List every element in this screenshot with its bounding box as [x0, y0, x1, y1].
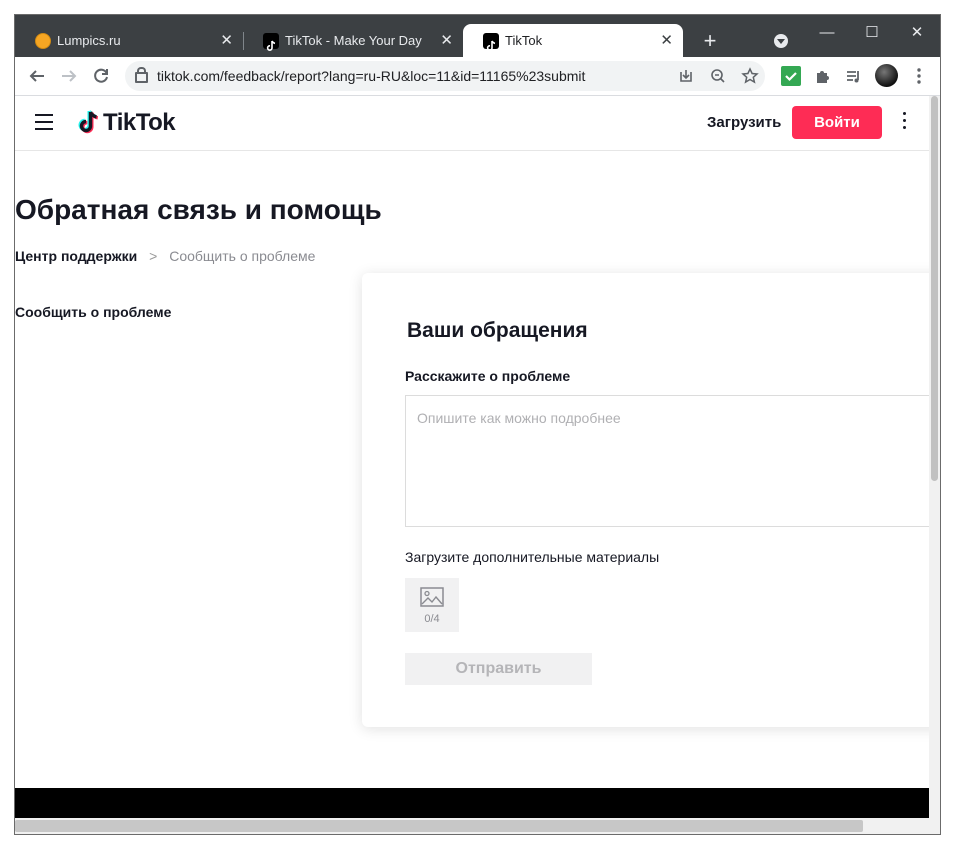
- close-tab-icon[interactable]: ✕: [660, 24, 673, 57]
- form-title: Ваши обращения: [407, 319, 588, 342]
- logo-text: TikTok: [103, 109, 176, 136]
- forward-button[interactable]: [56, 63, 82, 89]
- breadcrumb-separator: >: [149, 248, 158, 264]
- login-button[interactable]: Войти: [792, 106, 882, 139]
- tab-search-dropdown-icon[interactable]: [774, 34, 788, 48]
- lock-icon: [135, 67, 148, 83]
- checkmark-extension-icon[interactable]: [781, 66, 801, 86]
- hamburger-menu-icon[interactable]: [35, 114, 53, 130]
- maximize-button[interactable]: ☐: [849, 19, 895, 47]
- breadcrumb-support-center[interactable]: Центр поддержки: [15, 248, 137, 264]
- browser-toolbar: tiktok.com/feedback/report?lang=ru-RU&lo…: [15, 57, 940, 96]
- install-app-icon[interactable]: [673, 63, 699, 89]
- breadcrumb-current: Сообщить о проблеме: [169, 248, 316, 264]
- attachments-label: Загрузите дополнительные материалы: [405, 549, 660, 565]
- tiktok-note-icon: [78, 110, 99, 134]
- arrow-left-icon: [29, 70, 44, 82]
- tab-strip: Lumpics.ru ✕ TikTok - Make Your Day ✕ Ti…: [15, 15, 940, 57]
- problem-description-input[interactable]: [405, 395, 930, 527]
- problem-label: Расскажите о проблеме: [405, 368, 571, 384]
- feedback-form-card: Ваши обращения Расскажите о проблеме Заг…: [362, 273, 930, 727]
- new-tab-button[interactable]: +: [696, 27, 724, 55]
- attachment-count: 0/4: [424, 613, 440, 625]
- minimize-button[interactable]: —: [804, 19, 850, 47]
- arrow-right-icon: [62, 70, 77, 82]
- tiktok-header: TikTok Загрузить Войти: [15, 96, 930, 151]
- page-viewport: TikTok Загрузить Войти Обратная связь и …: [15, 96, 930, 834]
- url-text: tiktok.com/feedback/report?lang=ru-RU&lo…: [157, 68, 586, 84]
- browser-menu-button[interactable]: [906, 63, 932, 89]
- tab-tiktok-make-your-day[interactable]: TikTok - Make Your Day ✕: [243, 24, 463, 57]
- tab-title: Lumpics.ru: [57, 33, 121, 48]
- browser-window: Lumpics.ru ✕ TikTok - Make Your Day ✕ Ti…: [14, 14, 941, 835]
- reload-button[interactable]: [88, 63, 114, 89]
- tiktok-favicon-icon: [483, 33, 499, 51]
- reload-icon: [94, 68, 108, 83]
- vertical-scrollbar[interactable]: [929, 96, 940, 819]
- media-control-icon[interactable]: [844, 66, 864, 86]
- attachment-upload-button[interactable]: 0/4: [405, 578, 459, 632]
- tiktok-favicon-icon: [263, 33, 279, 51]
- close-window-button[interactable]: ✕: [894, 19, 940, 47]
- tab-title: TikTok - Make Your Day: [285, 33, 422, 48]
- bookmark-star-icon[interactable]: [737, 63, 763, 89]
- back-button[interactable]: [24, 63, 50, 89]
- horizontal-scrollbar-thumb[interactable]: [15, 820, 863, 832]
- puzzle-extensions-icon[interactable]: [813, 66, 833, 86]
- upload-link[interactable]: Загрузить: [707, 114, 781, 131]
- more-options-icon[interactable]: [903, 112, 909, 132]
- close-tab-icon[interactable]: ✕: [220, 24, 233, 57]
- tab-title: TikTok: [505, 33, 543, 48]
- scrollbar-thumb[interactable]: [931, 96, 938, 481]
- tab-tiktok-active[interactable]: TikTok ✕: [463, 24, 683, 57]
- profile-avatar[interactable]: [875, 64, 898, 87]
- page-title: Обратная связь и помощь: [15, 194, 382, 225]
- image-icon: [420, 587, 444, 607]
- zoom-icon[interactable]: [705, 63, 731, 89]
- close-tab-icon[interactable]: ✕: [440, 24, 453, 57]
- lumpics-favicon-icon: [35, 33, 51, 49]
- tab-lumpics[interactable]: Lumpics.ru ✕: [15, 24, 243, 57]
- breadcrumb: Центр поддержки > Сообщить о проблеме: [15, 248, 315, 264]
- sidebar-item-report-problem[interactable]: Сообщить о проблеме: [15, 304, 171, 320]
- address-bar[interactable]: tiktok.com/feedback/report?lang=ru-RU&lo…: [125, 61, 765, 91]
- horizontal-scrollbar[interactable]: [15, 818, 940, 834]
- submit-button[interactable]: Отправить: [405, 653, 592, 685]
- more-vertical-icon: [917, 68, 921, 84]
